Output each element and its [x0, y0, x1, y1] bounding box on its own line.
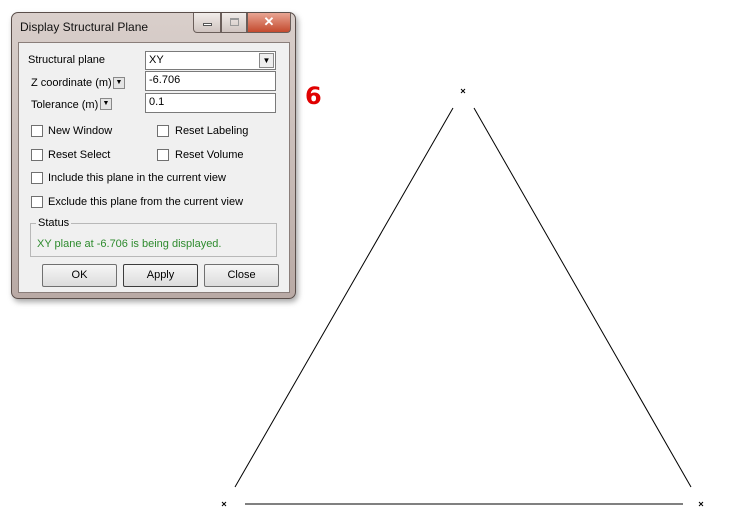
joint-left-marker[interactable]: [221, 501, 227, 507]
tolerance-dropdown[interactable]: ▼: [100, 98, 112, 110]
structural-plane-value: XY: [149, 54, 164, 66]
reset-labeling-label: Reset Labeling: [175, 125, 249, 137]
close-window-button[interactable]: ✕: [247, 13, 291, 33]
maximize-button[interactable]: [221, 13, 247, 33]
include-plane-label: Include this plane in the current view: [48, 172, 226, 184]
tolerance-label: Tolerance (m): [31, 99, 99, 111]
exclude-plane-label: Exclude this plane from the current view: [48, 196, 244, 208]
chevron-down-icon[interactable]: ▼: [259, 53, 274, 68]
status-text: XY plane at -6.706 is being displayed.: [37, 238, 222, 250]
structural-plane-select[interactable]: XY ▼: [145, 51, 276, 70]
z-coordinate-dropdown[interactable]: ▼: [113, 77, 125, 89]
joint-top-marker[interactable]: [460, 88, 466, 94]
tolerance-input[interactable]: 0.1: [145, 93, 276, 113]
exclude-plane-checkbox[interactable]: [31, 196, 43, 208]
reset-labeling-checkbox[interactable]: [157, 125, 169, 137]
reset-select-checkbox[interactable]: [31, 149, 43, 161]
apply-button[interactable]: Apply: [123, 264, 198, 287]
ok-button[interactable]: OK: [42, 264, 117, 287]
include-plane-checkbox[interactable]: [31, 172, 43, 184]
annotation-number: 6: [305, 82, 322, 110]
reset-select-label: Reset Select: [48, 149, 111, 161]
dialog-title: Display Structural Plane: [20, 20, 149, 34]
minimize-button[interactable]: [193, 13, 221, 33]
close-button[interactable]: Close: [204, 264, 279, 287]
z-coordinate-input[interactable]: -6.706: [145, 71, 276, 91]
new-window-checkbox[interactable]: [31, 125, 43, 137]
member-right: [473, 107, 692, 488]
reset-volume-checkbox[interactable]: [157, 149, 169, 161]
new-window-label: New Window: [48, 125, 113, 137]
status-group-label: Status: [36, 217, 72, 229]
z-coordinate-label: Z coordinate (m): [31, 77, 112, 89]
joint-right-marker[interactable]: [698, 501, 704, 507]
close-icon: ✕: [263, 14, 275, 29]
reset-volume-label: Reset Volume: [175, 149, 244, 161]
structural-plane-label: Structural plane: [28, 54, 106, 66]
